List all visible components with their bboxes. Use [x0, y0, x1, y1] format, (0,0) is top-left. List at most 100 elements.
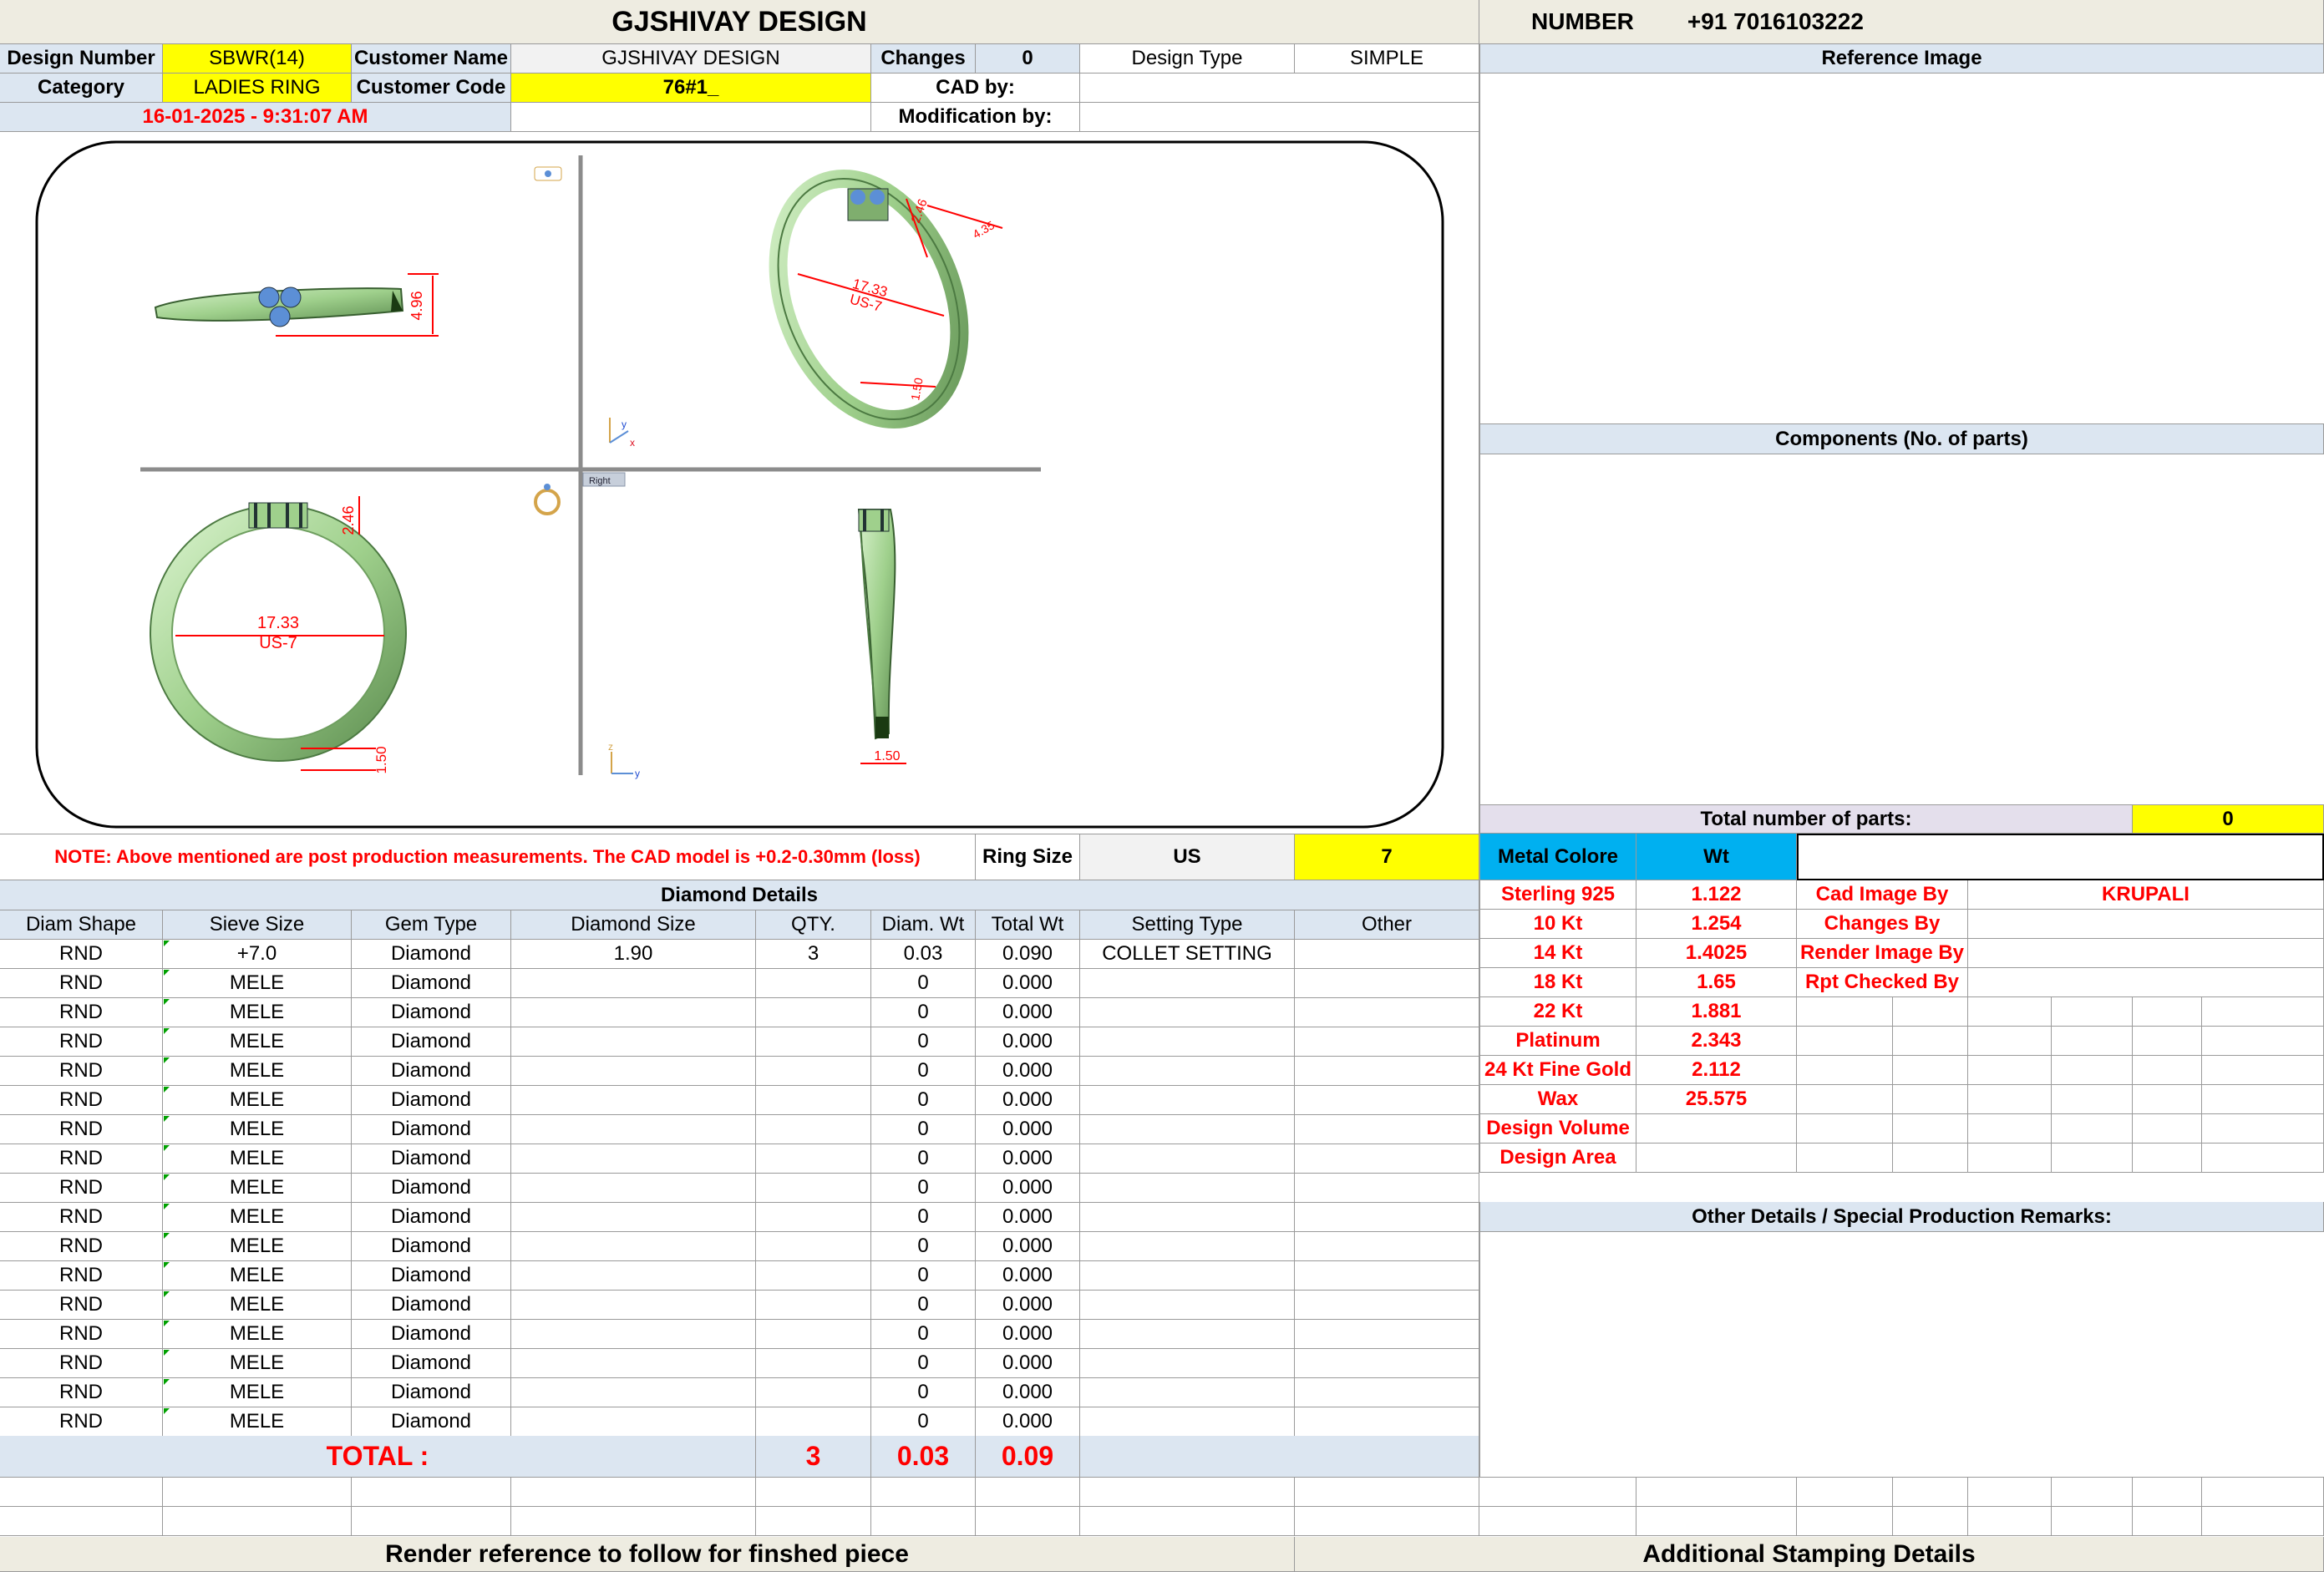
table-cell[interactable]: Diamond: [352, 1349, 511, 1378]
table-cell[interactable]: [1080, 1232, 1295, 1261]
empty-cell[interactable]: [1636, 1507, 1797, 1536]
empty-cell[interactable]: [756, 1507, 871, 1536]
table-cell[interactable]: Diamond: [352, 1203, 511, 1232]
table-cell[interactable]: [511, 1203, 756, 1232]
table-cell[interactable]: [1295, 1115, 1479, 1144]
empty-cell[interactable]: [0, 1507, 163, 1536]
empty-cell[interactable]: [1636, 1478, 1797, 1507]
modification-by-value[interactable]: [1080, 103, 1479, 132]
table-cell[interactable]: [1295, 940, 1479, 969]
table-cell[interactable]: COLLET SETTING: [1080, 940, 1295, 969]
table-cell[interactable]: 0: [871, 1232, 976, 1261]
grid-cell[interactable]: [1968, 1114, 2052, 1144]
table-cell[interactable]: [756, 1027, 871, 1057]
table-cell[interactable]: [511, 1144, 756, 1174]
empty-cell[interactable]: [2133, 1478, 2202, 1507]
table-cell[interactable]: [511, 1378, 756, 1407]
table-cell[interactable]: [756, 1144, 871, 1174]
design-number-value[interactable]: SBWR(14): [163, 44, 352, 74]
table-cell[interactable]: Diamond: [352, 1232, 511, 1261]
table-cell[interactable]: 0.000: [976, 1349, 1080, 1378]
customer-name-value[interactable]: GJSHIVAY DESIGN: [511, 44, 871, 74]
reference-image-box[interactable]: [1479, 74, 2324, 424]
table-cell[interactable]: [511, 1086, 756, 1115]
table-cell[interactable]: [511, 1115, 756, 1144]
table-cell[interactable]: RND: [0, 1144, 163, 1174]
table-cell[interactable]: [756, 1115, 871, 1144]
empty-cell[interactable]: [163, 1507, 352, 1536]
table-cell[interactable]: [1080, 998, 1295, 1027]
table-cell[interactable]: [1080, 1378, 1295, 1407]
table-cell[interactable]: RND: [0, 1232, 163, 1261]
empty-cell[interactable]: [2052, 1507, 2133, 1536]
table-cell[interactable]: [1295, 1378, 1479, 1407]
table-cell[interactable]: [1080, 1027, 1295, 1057]
empty-cell[interactable]: [756, 1478, 871, 1507]
table-cell[interactable]: RND: [0, 1378, 163, 1407]
table-cell[interactable]: Diamond: [352, 1086, 511, 1115]
grid-cell[interactable]: [1893, 1114, 1968, 1144]
table-cell[interactable]: [1080, 1086, 1295, 1115]
table-cell[interactable]: MELE: [163, 1407, 352, 1437]
grid-cell[interactable]: [1893, 997, 1968, 1027]
grid-cell[interactable]: [2052, 1056, 2133, 1085]
grid-cell[interactable]: [1968, 1027, 2052, 1056]
table-cell[interactable]: [511, 1261, 756, 1291]
table-cell[interactable]: RND: [0, 1407, 163, 1437]
table-cell[interactable]: [1295, 1291, 1479, 1320]
empty-cell[interactable]: [976, 1507, 1080, 1536]
table-cell[interactable]: Diamond: [352, 1057, 511, 1086]
table-cell[interactable]: Diamond: [352, 1115, 511, 1144]
table-cell[interactable]: 0: [871, 1203, 976, 1232]
table-cell[interactable]: [756, 998, 871, 1027]
table-cell[interactable]: [1080, 969, 1295, 998]
table-cell[interactable]: 0: [871, 1144, 976, 1174]
grid-cell[interactable]: [2133, 1114, 2202, 1144]
table-cell[interactable]: [511, 1407, 756, 1437]
table-cell[interactable]: RND: [0, 1057, 163, 1086]
table-cell[interactable]: MELE: [163, 1349, 352, 1378]
empty-cell[interactable]: [1080, 1478, 1295, 1507]
table-cell[interactable]: 0.000: [976, 1232, 1080, 1261]
grid-cell[interactable]: [1797, 1085, 1893, 1114]
table-cell[interactable]: [1080, 1174, 1295, 1203]
grid-cell[interactable]: [2052, 1085, 2133, 1114]
table-cell[interactable]: [511, 1320, 756, 1349]
metal-weight[interactable]: 1.65: [1636, 968, 1797, 997]
empty-cell[interactable]: [2202, 1507, 2324, 1536]
empty-cell[interactable]: [1968, 1507, 2052, 1536]
table-cell[interactable]: RND: [0, 998, 163, 1027]
category-value[interactable]: LADIES RING: [163, 74, 352, 103]
table-cell[interactable]: Diamond: [352, 998, 511, 1027]
design-type-value[interactable]: SIMPLE: [1295, 44, 1479, 74]
table-cell[interactable]: [1295, 1320, 1479, 1349]
table-cell[interactable]: 0: [871, 1349, 976, 1378]
table-cell[interactable]: RND: [0, 1349, 163, 1378]
table-cell[interactable]: 0: [871, 1378, 976, 1407]
grid-cell[interactable]: [2052, 1114, 2133, 1144]
ring-size-value[interactable]: 7: [1295, 834, 1479, 880]
table-cell[interactable]: [511, 998, 756, 1027]
grid-cell[interactable]: [2052, 1144, 2133, 1173]
table-cell[interactable]: [1295, 969, 1479, 998]
view-cube-icon[interactable]: [534, 166, 562, 181]
grid-cell[interactable]: [1797, 1027, 1893, 1056]
empty-cell[interactable]: [1479, 1478, 1636, 1507]
table-cell[interactable]: 0.090: [976, 940, 1080, 969]
table-cell[interactable]: MELE: [163, 1378, 352, 1407]
empty-cell[interactable]: [1893, 1478, 1968, 1507]
total-parts-value[interactable]: 0: [2133, 805, 2324, 834]
table-cell[interactable]: [1080, 1115, 1295, 1144]
grid-cell[interactable]: [1797, 1144, 1893, 1173]
table-cell[interactable]: [1080, 1349, 1295, 1378]
table-cell[interactable]: Diamond: [352, 1407, 511, 1437]
table-cell[interactable]: [1080, 1407, 1295, 1437]
table-cell[interactable]: RND: [0, 969, 163, 998]
empty-cell[interactable]: [1797, 1507, 1893, 1536]
empty-cell[interactable]: [1295, 1478, 1479, 1507]
empty-cell[interactable]: [352, 1507, 511, 1536]
grid-cell[interactable]: [2202, 1027, 2324, 1056]
table-cell[interactable]: Diamond: [352, 1261, 511, 1291]
metal-weight[interactable]: [1636, 1144, 1797, 1173]
view-label-tab[interactable]: Right: [582, 472, 626, 487]
